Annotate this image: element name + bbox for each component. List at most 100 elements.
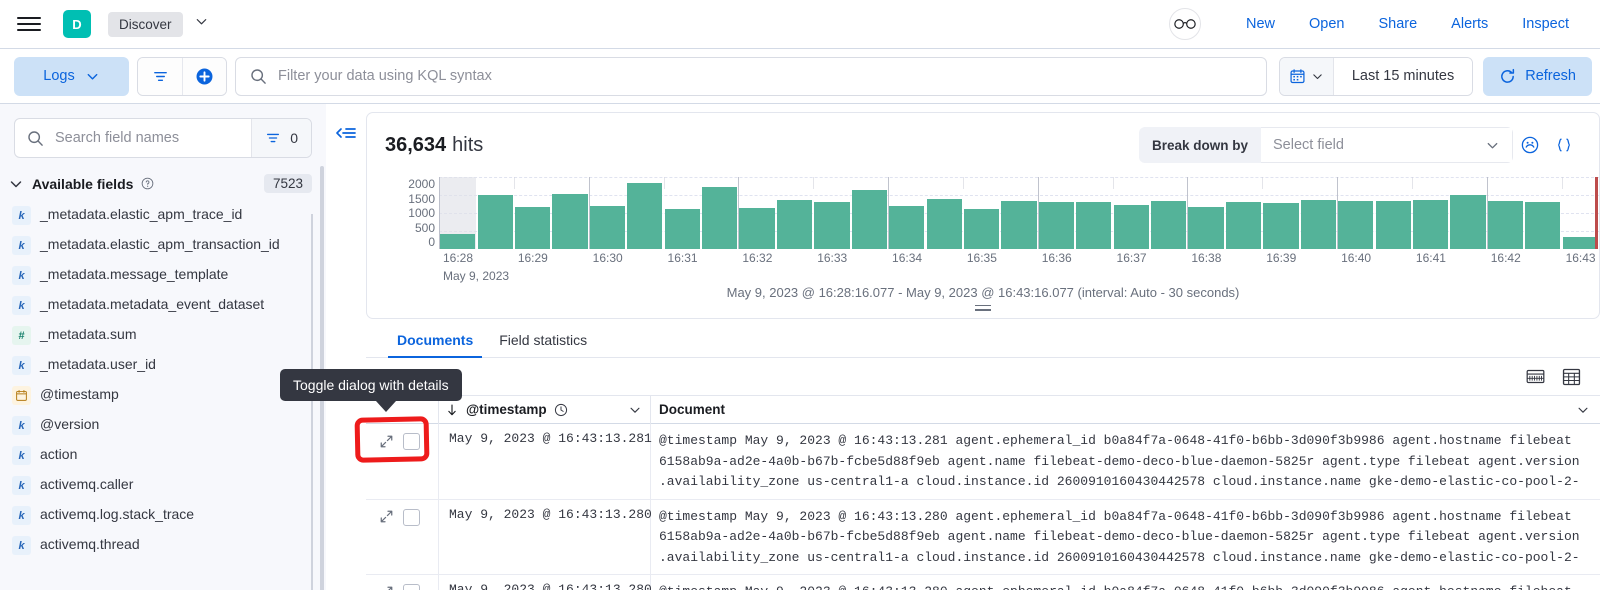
header-link-inspect[interactable]: Inspect — [1505, 16, 1586, 32]
chart-bar[interactable] — [814, 202, 850, 249]
field-item[interactable]: k @version — [8, 410, 326, 440]
x-tick-line — [513, 177, 515, 189]
breakdown-field-select[interactable]: Select field — [1261, 127, 1513, 163]
column-menu-chevron-down-icon[interactable] — [628, 403, 642, 417]
chart-options-icon[interactable] — [1513, 135, 1547, 155]
field-item[interactable]: k _metadata.elastic_apm_transaction_id — [8, 230, 326, 260]
hit-count-label: hits — [452, 133, 484, 156]
expand-arrows-icon[interactable] — [374, 581, 398, 590]
display-options-icon[interactable] — [1560, 367, 1582, 387]
row-height-icon[interactable] — [1524, 367, 1546, 387]
breadcrumb-discover[interactable]: Discover — [108, 11, 183, 37]
chart-bar[interactable] — [963, 208, 1000, 249]
panel-resize-handle[interactable] — [367, 300, 1599, 318]
chart-bar[interactable] — [739, 207, 775, 249]
doc-line: 6158ab9a-ad2e-4a0b-b67b-fcbe5d88f9eb age… — [659, 453, 1580, 469]
field-item[interactable]: k _metadata.message_template — [8, 260, 326, 290]
date-range-value[interactable]: Last 15 minutes — [1333, 57, 1473, 95]
chart-bar[interactable] — [702, 187, 738, 249]
chart-bar[interactable] — [1151, 200, 1187, 249]
chart-bar[interactable] — [851, 190, 887, 249]
chart-bar[interactable] — [1413, 199, 1449, 249]
field-item[interactable]: k activemq.log.stack_trace — [8, 500, 326, 530]
chart-bar[interactable] — [1375, 200, 1411, 249]
table-row[interactable]: May 9, 2023 @ 16:43:13.281 @timestamp Ma… — [366, 424, 1600, 500]
available-fields-header[interactable]: Available fields 7523 — [0, 166, 326, 200]
chart-bar[interactable] — [1113, 205, 1149, 249]
chart-bar[interactable] — [889, 205, 925, 249]
x-axis: 16:28 16:29 16:30 16:31 16:32 16:33 16:34 16:35… — [439, 251, 1599, 283]
add-circle-icon[interactable] — [182, 57, 226, 95]
field-item[interactable]: k _metadata.elastic_apm_trace_id — [8, 200, 326, 230]
chart-bar[interactable] — [514, 206, 551, 249]
chart-bar[interactable] — [1001, 201, 1037, 249]
chart-bar[interactable] — [1263, 203, 1299, 249]
chart-bar[interactable] — [776, 200, 813, 249]
chart-bar[interactable] — [926, 198, 962, 249]
table-row[interactable]: May 9, 2023 @ 16:43:13.280 @timestamp Ma… — [366, 575, 1600, 590]
field-item[interactable]: k activemq.caller — [8, 470, 326, 500]
breadcrumb-chevron-down-icon[interactable] — [194, 14, 209, 34]
grid-header-timestamp[interactable]: @timestamp — [439, 396, 651, 424]
row-select-checkbox[interactable] — [403, 508, 420, 526]
chart-bar[interactable] — [1525, 201, 1561, 249]
table-row[interactable]: May 9, 2023 @ 16:43:13.280 @timestamp Ma… — [366, 499, 1600, 575]
refresh-button[interactable]: Refresh — [1483, 56, 1592, 96]
data-view-picker[interactable]: Logs — [14, 56, 129, 96]
chart-bar[interactable] — [1038, 202, 1075, 249]
kql-search-input[interactable]: Filter your data using KQL syntax — [235, 56, 1267, 96]
row-select-checkbox[interactable] — [403, 584, 420, 590]
chart-bar[interactable] — [1562, 237, 1598, 249]
field-item[interactable]: k _metadata.user_id — [8, 350, 326, 380]
chart-time-range-label: May 9, 2023 @ 16:28:16.077 - May 9, 2023… — [726, 285, 1240, 300]
search-field-names-input[interactable]: Search field names — [15, 119, 251, 157]
cell-timestamp: May 9, 2023 @ 16:43:13.280 — [439, 575, 652, 590]
field-item[interactable]: # _metadata.sum — [8, 320, 326, 350]
hamburger-menu-icon[interactable] — [14, 9, 44, 39]
query-bar: Logs Filter your data using KQL syntax L… — [0, 49, 1600, 104]
chart-bar[interactable] — [1487, 201, 1524, 249]
collapse-sidebar-icon[interactable] — [333, 120, 359, 146]
available-fields-label: Available fields — [32, 175, 134, 192]
row-controls — [366, 575, 439, 590]
chart-plot-area[interactable] — [439, 177, 1599, 249]
chart-bar[interactable] — [1450, 195, 1486, 249]
chart-bar[interactable] — [552, 194, 588, 249]
field-item[interactable]: @timestamp — [8, 380, 326, 410]
header-link-share[interactable]: Share — [1361, 16, 1434, 32]
field-item[interactable]: k action — [8, 440, 326, 470]
tab-documents[interactable]: Documents — [384, 321, 486, 358]
chart-bar[interactable] — [589, 206, 625, 249]
chart-bar[interactable] — [627, 182, 663, 249]
space-avatar[interactable]: D — [63, 10, 91, 38]
grid-header-document[interactable]: Document — [651, 396, 1600, 424]
chart-bar[interactable] — [664, 209, 700, 249]
field-type-filter-button[interactable]: 0 — [251, 119, 311, 157]
chart-bar[interactable] — [1225, 201, 1262, 249]
header-link-new[interactable]: New — [1229, 16, 1292, 32]
chevron-down-icon — [10, 180, 22, 187]
chart-bar[interactable] — [440, 233, 476, 249]
expand-arrows-icon[interactable] — [374, 506, 398, 528]
chart-bar[interactable] — [477, 195, 513, 249]
field-item[interactable]: k _metadata.metadata_event_dataset — [8, 290, 326, 320]
filter-icon[interactable] — [138, 57, 182, 95]
tab-field-statistics[interactable]: Field statistics — [486, 321, 600, 357]
calendar-quick-select-button[interactable] — [1279, 57, 1334, 95]
breakdown-selected-value: Select field — [1273, 137, 1344, 153]
header-link-alerts[interactable]: Alerts — [1434, 16, 1505, 32]
x-tick-line — [1037, 177, 1039, 249]
field-item[interactable]: k activemq.thread — [8, 530, 326, 560]
chart-bar[interactable] — [1338, 200, 1374, 249]
glasses-icon[interactable] — [1168, 8, 1201, 40]
chart-bar[interactable] — [1188, 206, 1224, 249]
chart-bar[interactable] — [1300, 200, 1336, 249]
sidebar-resize-divider[interactable] — [311, 214, 313, 590]
chart-bar[interactable] — [1076, 202, 1112, 249]
histogram-chart[interactable]: 2000 1500 1000 500 0 16:28 16:29 16:30 16:3… — [367, 177, 1599, 283]
column-menu-chevron-down-icon[interactable] — [1576, 403, 1590, 417]
question-circle-icon[interactable] — [141, 177, 154, 190]
header-link-open[interactable]: Open — [1292, 16, 1361, 32]
context-menu-icon[interactable] — [1547, 136, 1581, 154]
y-tick: 0 — [428, 235, 435, 249]
